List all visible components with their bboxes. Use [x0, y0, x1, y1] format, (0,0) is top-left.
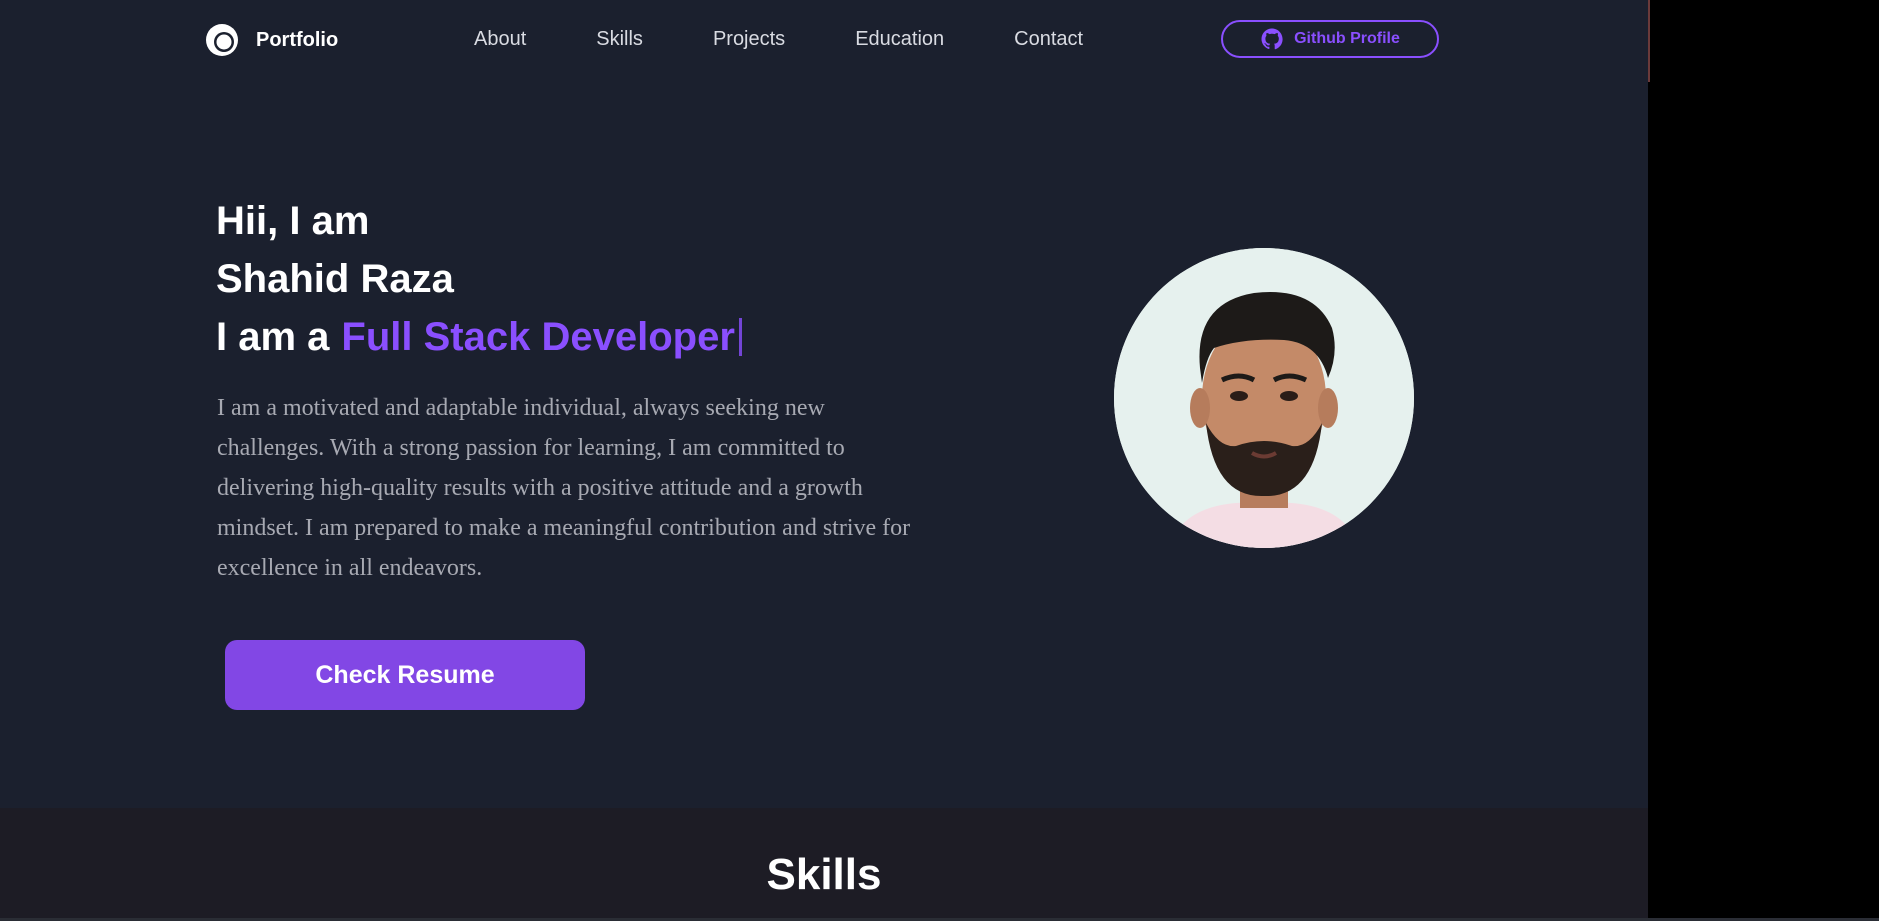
skills-heading: Skills	[766, 850, 882, 899]
hero-description: I am a motivated and adaptable individua…	[217, 395, 911, 581]
nav-link-skills[interactable]: Skills	[596, 28, 643, 51]
nav-link-education[interactable]: Education	[855, 28, 944, 51]
typing-cursor	[738, 318, 742, 356]
profile-photo	[1114, 248, 1414, 548]
github-profile-button[interactable]: Github Profile	[1221, 20, 1439, 58]
brand-logo[interactable]: Portfolio	[204, 22, 338, 58]
scrollbar-edge	[1648, 0, 1650, 82]
brand-name: Portfolio	[256, 28, 339, 51]
nav-link-contact[interactable]: Contact	[1014, 28, 1083, 51]
hero-role-typed: Full Stack Developer	[341, 315, 735, 359]
nav-link-projects[interactable]: Projects	[713, 28, 785, 51]
hero-role-prefix: I am a	[216, 315, 330, 359]
top-navbar: Portfolio About Skills Projects Educatio…	[0, 0, 1648, 80]
page-viewport: Portfolio About Skills Projects Educatio…	[0, 0, 1648, 921]
logo-ring-icon	[206, 24, 238, 56]
hero-heading: Hii, I am Shahid Raza I am a Full Stack D…	[216, 192, 742, 366]
profile-avatar	[1114, 248, 1414, 548]
github-icon	[1261, 28, 1283, 50]
skills-section: Skills	[0, 808, 1648, 921]
nav-links: About Skills Projects Education Contact	[474, 28, 1083, 51]
github-profile-label: Github Profile	[1294, 30, 1400, 47]
hero-name: Shahid Raza	[216, 257, 454, 301]
check-resume-button[interactable]: Check Resume	[225, 640, 585, 710]
hero-greeting: Hii, I am	[216, 199, 370, 243]
nav-link-about[interactable]: About	[474, 28, 526, 51]
